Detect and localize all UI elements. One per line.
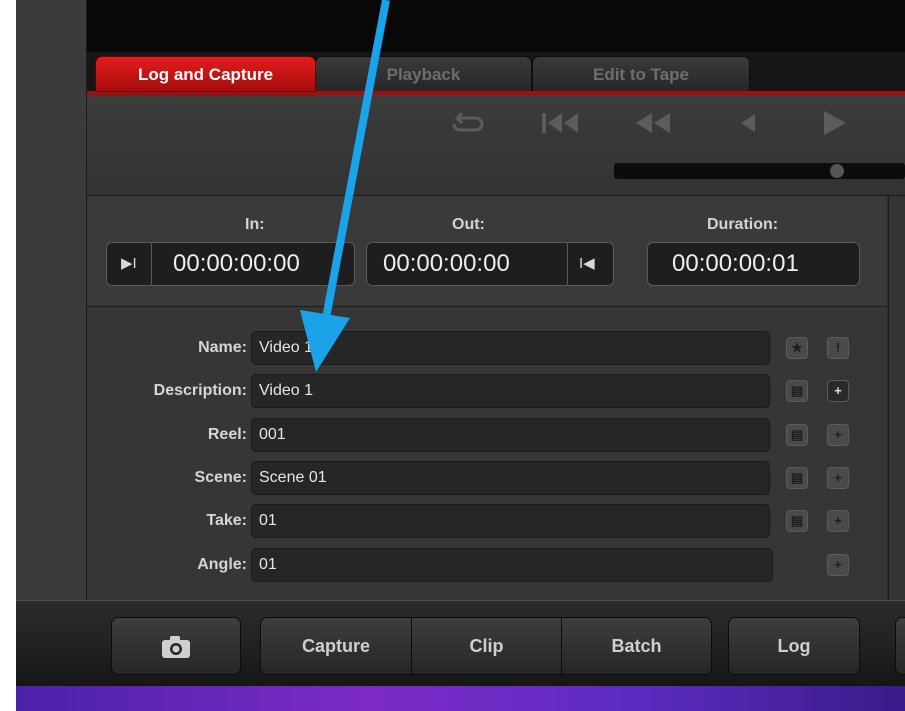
left-side-panel — [16, 0, 87, 600]
name-label: Name: — [198, 339, 247, 356]
duration-timecode-field: 00:00:00:01 — [647, 242, 860, 286]
angle-field[interactable]: 01 — [251, 548, 773, 582]
add-icon[interactable]: + — [827, 380, 849, 402]
transport-controls — [87, 95, 905, 196]
take-label: Take: — [206, 512, 247, 529]
favorite-star-icon[interactable]: ★ — [786, 337, 808, 359]
add-icon[interactable]: + — [827, 424, 849, 446]
play-icon[interactable] — [818, 108, 852, 145]
folder-icon[interactable]: ▤ — [786, 467, 808, 489]
in-label: In: — [245, 216, 265, 233]
out-timecode-value[interactable]: 00:00:00:00 — [383, 243, 510, 285]
shuttle-slider[interactable] — [614, 163, 905, 179]
scene-label: Scene: — [194, 469, 247, 486]
duration-label: Duration: — [707, 216, 779, 233]
scene-field[interactable]: Scene 01 — [251, 461, 770, 495]
capture-now-button[interactable] — [111, 617, 241, 675]
desktop-wallpaper — [16, 686, 905, 711]
viewer-area — [87, 0, 905, 52]
angle-label: Angle: — [197, 556, 247, 573]
reel-field[interactable]: 001 — [251, 418, 770, 452]
tab-playback[interactable]: Playback — [315, 56, 532, 92]
shuttle-knob[interactable] — [830, 164, 844, 178]
description-label: Description: — [153, 382, 247, 399]
folder-icon[interactable]: ▤ — [786, 424, 808, 446]
warning-icon[interactable]: ! — [827, 337, 849, 359]
capture-button[interactable]: Capture — [260, 617, 412, 675]
in-timecode-field[interactable]: ▶I 00:00:00:00 — [106, 242, 355, 286]
jump-to-start-icon[interactable] — [540, 108, 584, 145]
add-icon[interactable]: + — [827, 510, 849, 532]
mark-out-icon[interactable]: I◀ — [579, 243, 595, 285]
camera-icon — [162, 636, 190, 659]
loop-icon[interactable] — [450, 108, 486, 145]
rewind-icon[interactable] — [632, 108, 676, 145]
batch-button[interactable]: Batch — [561, 617, 712, 675]
name-field[interactable]: Video 1 — [251, 331, 770, 365]
folder-icon[interactable]: ▤ — [786, 380, 808, 402]
divider — [151, 243, 152, 285]
divider — [567, 243, 568, 285]
out-timecode-field[interactable]: 00:00:00:00 I◀ — [366, 242, 614, 286]
tab-edit-to-tape[interactable]: Edit to Tape — [532, 56, 750, 92]
folder-icon[interactable]: ▤ — [786, 510, 808, 532]
duration-timecode-value: 00:00:00:01 — [672, 250, 799, 277]
mark-in-icon[interactable]: ▶I — [121, 243, 137, 285]
play-reverse-icon[interactable] — [733, 108, 763, 145]
add-icon[interactable]: + — [827, 467, 849, 489]
right-side-strip — [888, 196, 905, 600]
in-timecode-value[interactable]: 00:00:00:00 — [173, 243, 300, 285]
description-field[interactable]: Video 1 — [251, 374, 770, 408]
tab-log-and-capture[interactable]: Log and Capture — [95, 56, 316, 92]
partial-button[interactable] — [895, 617, 905, 675]
clip-button[interactable]: Clip — [411, 617, 562, 675]
take-field[interactable]: 01 — [251, 504, 770, 538]
add-icon[interactable]: + — [827, 554, 849, 576]
log-button[interactable]: Log — [728, 617, 860, 675]
reel-label: Reel: — [207, 426, 247, 443]
out-label: Out: — [452, 216, 485, 233]
